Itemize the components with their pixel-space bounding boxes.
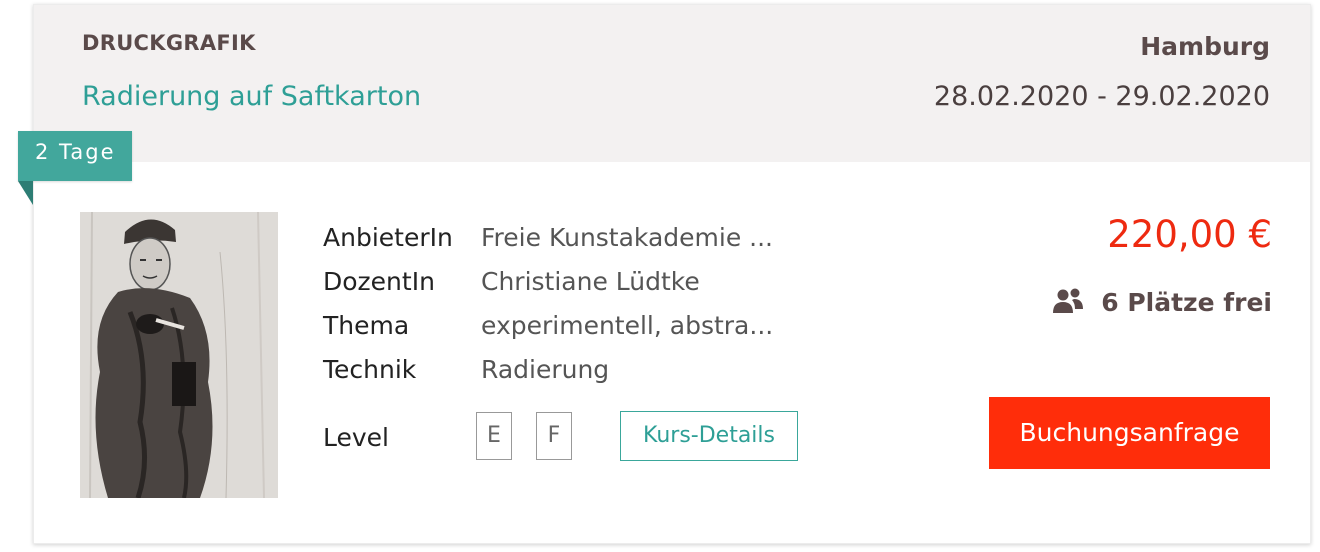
course-artwork-image [80, 212, 278, 498]
technique-label: Technik [323, 355, 417, 384]
course-details-button[interactable]: Kurs-Details [620, 411, 798, 461]
provider-value: Freie Kunstakademie ... [481, 223, 774, 252]
lecturer-label: DozentIn [323, 267, 435, 296]
ribbon-fold [18, 181, 33, 205]
duration-badge: 2 Tage [18, 131, 132, 181]
course-thumbnail[interactable] [80, 212, 278, 498]
level-label: Level [323, 423, 389, 452]
seats-text: 6 Plätze frei [1101, 288, 1272, 317]
topic-value: experimentell, abstra... [481, 311, 774, 340]
lecturer-value: Christiane Lüdtke [481, 267, 700, 296]
course-title-link[interactable]: Radierung auf Saftkarton [82, 81, 421, 112]
course-price: 220,00 € [1107, 213, 1272, 256]
course-card: DRUCKGRAFIK Radierung auf Saftkarton Ham… [33, 4, 1311, 544]
provider-label: AnbieterIn [323, 223, 453, 252]
level-badge-f: F [536, 412, 572, 460]
booking-request-button[interactable]: Buchungsanfrage [989, 397, 1270, 469]
course-city: Hamburg [1140, 32, 1270, 61]
seats-available: 6 Plätze frei [1053, 288, 1272, 320]
card-header: DRUCKGRAFIK Radierung auf Saftkarton Ham… [34, 5, 1310, 162]
course-dates: 28.02.2020 - 29.02.2020 [933, 81, 1270, 112]
course-category: DRUCKGRAFIK [82, 31, 256, 55]
topic-label: Thema [323, 311, 410, 340]
level-badge-e: E [476, 412, 512, 460]
users-icon [1053, 288, 1084, 320]
technique-value: Radierung [481, 355, 610, 384]
